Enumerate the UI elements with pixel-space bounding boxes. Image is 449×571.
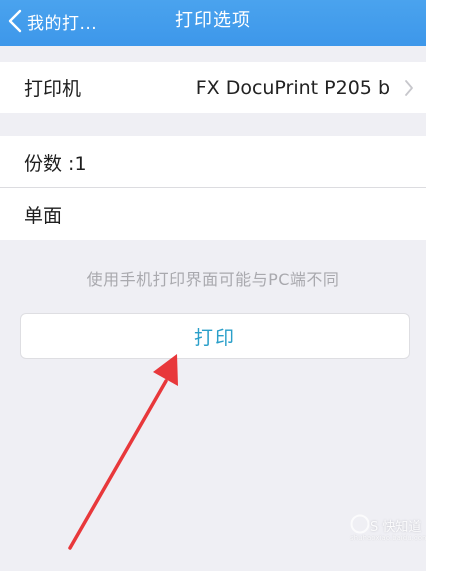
sides-row[interactable]: 单面 [0, 188, 426, 240]
sides-label: 单面 [24, 204, 63, 227]
watermark-url: shuhaoxiao.baidu.com [350, 534, 426, 542]
page-title: 打印选项 [175, 10, 251, 31]
navigation-bar: 我的打... 打印选项 [0, 0, 426, 46]
watermark-logo: S 快知道 shuhaoxiao.baidu.com [348, 514, 426, 546]
phone-screen: 我的打... 打印选项 打印机 FX DocuPrint P205 b 份数 :… [0, 0, 426, 571]
print-button[interactable]: 打印 [20, 313, 410, 359]
printer-value: FX DocuPrint P205 b [195, 76, 390, 99]
printer-label: 打印机 [24, 78, 82, 100]
hint-text: 使用手机打印界面可能与PC端不同 [86, 270, 340, 289]
watermark-text: S 快知道 [370, 520, 422, 535]
printer-row[interactable]: 打印机 FX DocuPrint P205 b [0, 62, 426, 113]
chevron-right-icon [404, 62, 414, 113]
copies-label: 份数 :1 [24, 152, 87, 175]
copies-row[interactable]: 份数 :1 [0, 136, 426, 188]
